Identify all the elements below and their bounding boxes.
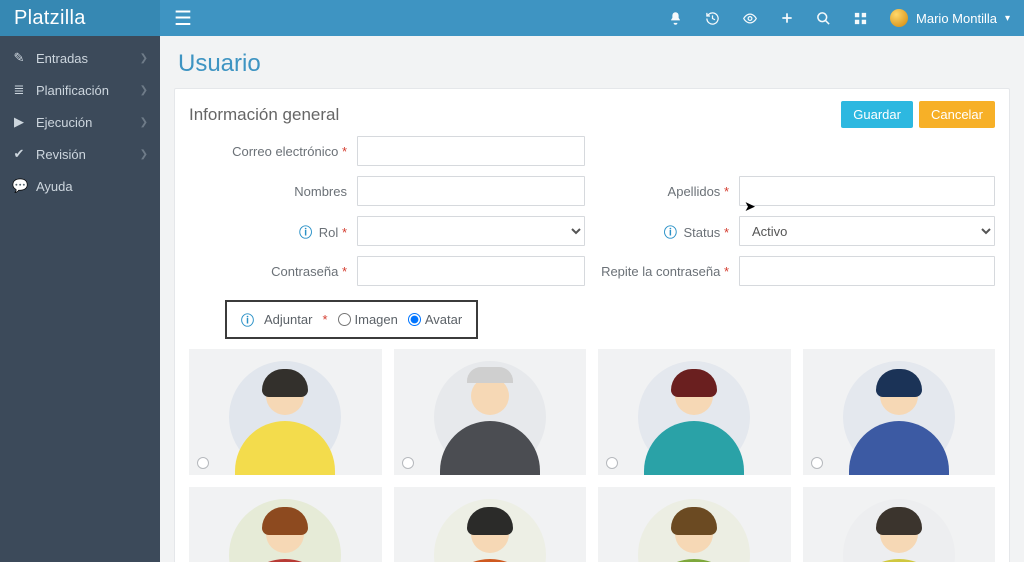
avatar-option[interactable] (803, 487, 996, 562)
status-select[interactable]: Activo (739, 216, 995, 246)
check-icon: ✔ (12, 146, 26, 162)
avatar-option[interactable] (803, 349, 996, 475)
avatar-option[interactable] (189, 349, 382, 475)
sidebar-item-planificacion[interactable]: ≣ Planificación ❯ (0, 74, 160, 106)
chevron-down-icon: ▾ (1005, 13, 1010, 24)
play-icon: ▶ (12, 114, 26, 130)
role-select[interactable] (357, 216, 585, 246)
save-button[interactable]: Guardar (841, 101, 913, 128)
radio-icon (606, 457, 618, 469)
sidebar-item-entradas[interactable]: ✎ Entradas ❯ (0, 42, 160, 74)
header-actions: Mario Montilla ▾ (668, 9, 1024, 27)
list-icon: ≣ (12, 82, 26, 98)
eye-icon[interactable] (742, 11, 758, 26)
panel-title: Información general (189, 105, 339, 125)
main-content: Usuario Información general Guardar Canc… (160, 36, 1024, 562)
sidebar-item-label: Ejecución (36, 115, 92, 130)
sidebar-item-ayuda[interactable]: 💬 Ayuda (0, 170, 160, 202)
brand: Platzilla (0, 0, 160, 36)
attach-label: Adjuntar (264, 312, 312, 327)
radio-icon (811, 457, 823, 469)
names-label: Nombres (189, 184, 357, 199)
sidebar-item-label: Ayuda (36, 179, 73, 194)
sidebar-item-label: Planificación (36, 83, 109, 98)
password-label: Contraseña * (189, 264, 357, 279)
radio-icon (402, 457, 414, 469)
avatar-option[interactable] (394, 349, 587, 475)
role-label: ⓘ Rol * (189, 222, 357, 241)
chat-icon: 💬 (12, 178, 26, 194)
attach-radio-avatar[interactable]: Avatar (408, 312, 462, 327)
menu-toggle-icon[interactable]: ☰ (160, 6, 206, 31)
radio-icon (197, 457, 209, 469)
cancel-button[interactable]: Cancelar (919, 101, 995, 128)
bell-icon[interactable] (668, 11, 683, 26)
edit-icon: ✎ (12, 50, 26, 66)
grid-icon[interactable] (853, 11, 868, 26)
password2-label: Repite la contraseña * (599, 264, 739, 279)
avatar-option[interactable] (598, 487, 791, 562)
sidebar: ✎ Entradas ❯ ≣ Planificación ❯ ▶ Ejecuci… (0, 36, 160, 562)
attach-box: ⓘ Adjuntar * Imagen Avatar (225, 300, 478, 339)
status-label: ⓘ Status * (599, 222, 739, 241)
chevron-right-icon: ❯ (140, 53, 148, 64)
info-icon: ⓘ (241, 310, 254, 329)
plus-icon[interactable] (780, 11, 794, 25)
sidebar-item-label: Entradas (36, 51, 88, 66)
surnames-field[interactable] (739, 176, 995, 206)
sidebar-item-revision[interactable]: ✔ Revisión ❯ (0, 138, 160, 170)
user-name: Mario Montilla (916, 11, 997, 26)
avatar-option[interactable] (394, 487, 587, 562)
top-bar: Platzilla ☰ Mario Montilla ▾ (0, 0, 1024, 36)
password-field[interactable] (357, 256, 585, 286)
password2-field[interactable] (739, 256, 995, 286)
surnames-label: Apellidos * (599, 184, 739, 199)
avatar-grid (189, 349, 995, 562)
avatar-option[interactable] (189, 487, 382, 562)
history-icon[interactable] (705, 11, 720, 26)
panel-general-info: Información general Guardar Cancelar Cor… (174, 88, 1010, 562)
attach-radio-image[interactable]: Imagen (338, 312, 398, 327)
chevron-right-icon: ❯ (140, 85, 148, 96)
page-title: Usuario (160, 36, 1024, 88)
avatar-option[interactable] (598, 349, 791, 475)
search-icon[interactable] (816, 11, 831, 26)
required-mark: * (322, 312, 327, 327)
user-avatar-icon (890, 9, 908, 27)
email-field[interactable] (357, 136, 585, 166)
email-label: Correo electrónico * (189, 144, 357, 159)
sidebar-item-ejecucion[interactable]: ▶ Ejecución ❯ (0, 106, 160, 138)
chevron-right-icon: ❯ (140, 149, 148, 160)
sidebar-item-label: Revisión (36, 147, 86, 162)
user-menu[interactable]: Mario Montilla ▾ (890, 9, 1010, 27)
chevron-right-icon: ❯ (140, 117, 148, 128)
names-field[interactable] (357, 176, 585, 206)
